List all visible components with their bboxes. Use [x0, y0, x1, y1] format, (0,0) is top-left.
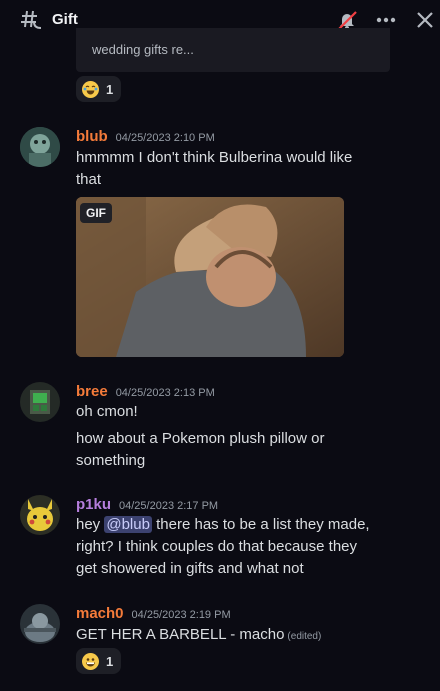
edited-label: (edited): [287, 631, 322, 642]
gif-badge: GIF: [80, 203, 112, 223]
username[interactable]: p1ku: [76, 496, 111, 513]
username[interactable]: bree: [76, 383, 108, 400]
thread-title: Gift: [52, 11, 78, 28]
message-content: GET HER A BARBELL - macho (edited): [76, 624, 321, 648]
message-text-segment: hey: [76, 516, 101, 533]
message-content: hmmmm I don't think Bulberina would like…: [76, 147, 352, 191]
thread-icon: [21, 10, 42, 29]
reaction-count: 1: [106, 81, 114, 97]
message-header: p1ku 04/25/2023 2:17 PM: [76, 496, 218, 513]
username[interactable]: mach0: [76, 605, 124, 622]
message-line: that: [76, 171, 102, 188]
message-line: right? I think couples do that because t…: [76, 538, 358, 555]
avatar[interactable]: [20, 604, 60, 644]
message-content: how about a Pokemon plush pillow or some…: [76, 428, 324, 472]
reaction-count: 1: [106, 653, 114, 669]
joy-emoji-icon: [82, 80, 99, 98]
timestamp: 04/25/2023 2:10 PM: [115, 132, 215, 144]
gif-attachment[interactable]: GIF: [76, 197, 344, 357]
message-line: how about a Pokemon plush pillow or: [76, 430, 325, 447]
timestamp: 04/25/2023 2:17 PM: [119, 500, 219, 512]
avatar[interactable]: [20, 127, 60, 167]
link-embed[interactable]: wedding gifts re...: [76, 28, 390, 72]
avatar[interactable]: [20, 495, 60, 535]
message-text: GET HER A BARBELL - macho: [76, 626, 285, 643]
close-icon[interactable]: [415, 10, 435, 30]
message-header: bree 04/25/2023 2:13 PM: [76, 383, 215, 400]
message-line: hmmmm I don't think Bulberina would like: [76, 149, 353, 166]
username[interactable]: blub: [76, 128, 108, 145]
message-header: mach0 04/25/2023 2:19 PM: [76, 605, 231, 622]
message-text-segment: there has to be a list they made,: [156, 516, 370, 533]
message-line: something: [76, 452, 146, 469]
grin-emoji-icon: [82, 652, 99, 670]
message-content: oh cmon!: [76, 401, 138, 423]
timestamp: 04/25/2023 2:13 PM: [115, 387, 215, 399]
user-mention[interactable]: @blub: [104, 516, 152, 533]
ellipsis-icon[interactable]: [374, 10, 398, 30]
reaction-button[interactable]: 1: [76, 648, 121, 674]
reaction-button[interactable]: 1: [76, 76, 121, 102]
message-line: oh cmon!: [76, 403, 138, 420]
message-line: get showered in gifts and what not: [76, 560, 304, 577]
message-line: hey @blub there has to be a list they ma…: [76, 514, 370, 536]
embed-description: wedding gifts re...: [92, 42, 194, 57]
message-content: hey @blub there has to be a list they ma…: [76, 514, 370, 580]
timestamp: 04/25/2023 2:19 PM: [131, 609, 231, 621]
avatar[interactable]: [20, 382, 60, 422]
message-header: blub 04/25/2023 2:10 PM: [76, 128, 215, 145]
